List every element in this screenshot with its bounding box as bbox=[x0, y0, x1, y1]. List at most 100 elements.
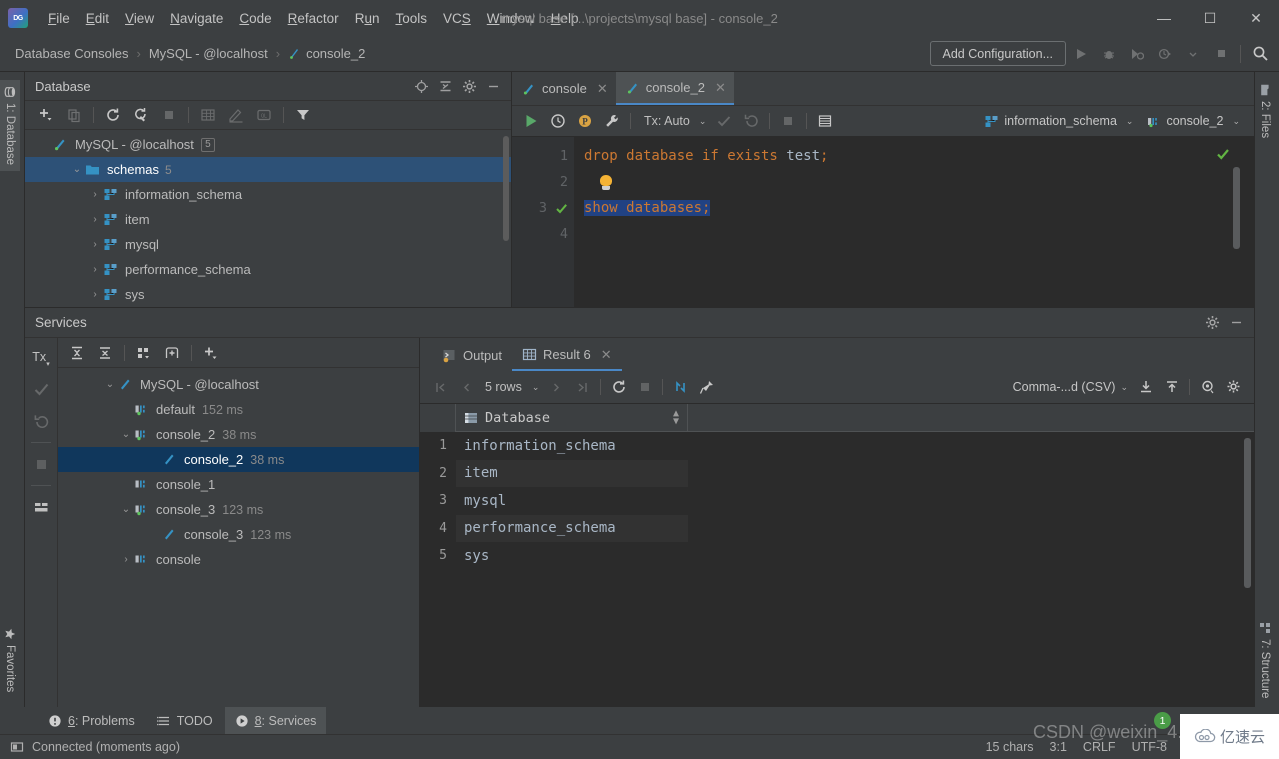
tree-row[interactable]: › sys bbox=[25, 282, 511, 305]
chevron-right-icon[interactable]: › bbox=[118, 554, 134, 565]
close-icon[interactable]: ✕ bbox=[601, 347, 612, 363]
editor-content[interactable]: drop database if exists test; show datab… bbox=[574, 137, 1254, 307]
download-icon[interactable] bbox=[1133, 374, 1158, 400]
collapse-all-icon[interactable] bbox=[433, 74, 457, 98]
run-icon[interactable] bbox=[1068, 41, 1094, 67]
services-tree-row[interactable]: console_1 bbox=[58, 472, 419, 497]
last-page-icon[interactable] bbox=[570, 374, 595, 400]
add-configuration-button[interactable]: Add Configuration... bbox=[929, 41, 1066, 66]
refresh-icon[interactable] bbox=[100, 103, 126, 127]
rollback-icon[interactable] bbox=[27, 406, 55, 436]
services-tree-row[interactable]: › console bbox=[58, 547, 419, 572]
chevron-down-icon[interactable] bbox=[1180, 41, 1206, 67]
transpose-icon[interactable] bbox=[668, 374, 693, 400]
tree-row[interactable]: › information_schema bbox=[25, 182, 511, 207]
breadcrumb-item-2[interactable]: console_2 bbox=[285, 44, 368, 63]
transaction-mode-label[interactable]: Tx: Auto bbox=[636, 114, 694, 128]
services-tree-row[interactable]: ⌄ console_3 123 ms bbox=[58, 497, 419, 522]
chevron-right-icon[interactable]: › bbox=[87, 264, 103, 275]
upload-icon[interactable] bbox=[1159, 374, 1184, 400]
hide-panel-icon[interactable] bbox=[481, 74, 505, 98]
result-grid-scrollbar[interactable] bbox=[1244, 438, 1251, 588]
close-button[interactable]: ✕ bbox=[1233, 0, 1279, 36]
tool-tab-services[interactable]: 8: Services bbox=[224, 707, 327, 734]
commit-icon[interactable] bbox=[711, 108, 737, 134]
editor-scrollbar[interactable] bbox=[1233, 167, 1240, 249]
pin-icon[interactable] bbox=[694, 374, 719, 400]
menu-refactor[interactable]: Refactor bbox=[280, 7, 347, 30]
parameters-icon[interactable]: P bbox=[572, 108, 598, 134]
sidebar-tab-structure[interactable]: 7: Structure bbox=[1255, 616, 1275, 704]
close-icon[interactable]: ✕ bbox=[715, 80, 726, 96]
collapse-all-icon[interactable] bbox=[92, 341, 118, 365]
intention-bulb-icon[interactable] bbox=[600, 174, 613, 190]
rows-count-label[interactable]: 5 rows bbox=[480, 380, 527, 394]
settings-icon[interactable] bbox=[1221, 374, 1246, 400]
run-coverage-icon[interactable] bbox=[1124, 41, 1150, 67]
sort-icon[interactable]: ▲ ▼ bbox=[673, 408, 679, 426]
add-tab-icon[interactable] bbox=[159, 341, 185, 365]
services-tree-row[interactable]: console_3 123 ms bbox=[58, 522, 419, 547]
table-row[interactable]: 5 sys bbox=[420, 542, 1254, 570]
chevron-down-icon[interactable]: ⌄ bbox=[118, 504, 134, 515]
chevron-down-icon[interactable]: ⌄ bbox=[102, 379, 118, 390]
debug-icon[interactable] bbox=[1096, 41, 1122, 67]
table-cell[interactable]: item bbox=[456, 459, 688, 487]
sync-icon[interactable] bbox=[128, 103, 154, 127]
breadcrumb-item-0[interactable]: Database Consoles bbox=[12, 44, 131, 63]
table-row[interactable]: 1 information_schema bbox=[420, 432, 1254, 460]
stop-icon[interactable] bbox=[156, 103, 182, 127]
table-row[interactable]: 2 item bbox=[420, 459, 1254, 487]
search-icon[interactable] bbox=[1247, 41, 1273, 67]
chevron-down-icon[interactable]: ⌄ bbox=[695, 116, 711, 127]
copy-icon[interactable] bbox=[61, 103, 87, 127]
chevron-right-icon[interactable]: › bbox=[87, 289, 103, 300]
result-grid[interactable]: Database ▲ ▼ 1 information_schema 2 item … bbox=[420, 403, 1254, 707]
expand-all-icon[interactable] bbox=[64, 341, 90, 365]
tree-row[interactable]: › performance_schema bbox=[25, 257, 511, 282]
table-cell[interactable]: performance_schema bbox=[456, 514, 688, 542]
tx-icon[interactable]: Tx ▾ bbox=[27, 342, 55, 372]
hide-panel-icon[interactable] bbox=[1224, 311, 1248, 335]
notification-badge[interactable]: 1 bbox=[1154, 712, 1171, 729]
column-header-database[interactable]: Database ▲ ▼ bbox=[456, 403, 688, 432]
session-selector[interactable]: console_2 ⌄ bbox=[1142, 114, 1248, 129]
sidebar-tab-files[interactable]: 2: Files bbox=[1255, 78, 1275, 144]
services-tree-row[interactable]: ⌄ console_2 38 ms bbox=[58, 422, 419, 447]
menu-window[interactable]: Window bbox=[479, 7, 543, 30]
profile-icon[interactable] bbox=[1152, 41, 1178, 67]
breadcrumb-item-1[interactable]: MySQL - @localhost bbox=[146, 44, 271, 63]
line-separator-label[interactable]: CRLF bbox=[1083, 740, 1116, 754]
execute-icon[interactable] bbox=[518, 108, 544, 134]
code-editor[interactable]: 1 2 3 4 drop database if exists test; sh… bbox=[512, 137, 1254, 307]
database-tree-scrollbar[interactable] bbox=[503, 136, 509, 241]
tool-tab-todo[interactable]: TODO bbox=[147, 707, 223, 734]
rollback-icon[interactable] bbox=[738, 108, 764, 134]
menu-vcs[interactable]: VCS bbox=[435, 7, 479, 30]
stop-icon[interactable] bbox=[27, 449, 55, 479]
menu-run[interactable]: Run bbox=[347, 7, 388, 30]
export-format-label[interactable]: Comma-...d (CSV) bbox=[1013, 380, 1116, 394]
reload-icon[interactable] bbox=[606, 374, 631, 400]
group-icon[interactable] bbox=[131, 341, 157, 365]
locate-icon[interactable] bbox=[409, 74, 433, 98]
commit-icon[interactable] bbox=[27, 374, 55, 404]
layout-icon[interactable] bbox=[27, 492, 55, 522]
chevron-down-icon[interactable]: ⌄ bbox=[118, 429, 134, 440]
services-tree-row[interactable]: console_2 38 ms bbox=[58, 447, 419, 472]
tool-tab-problems[interactable]: 6: Problems bbox=[38, 707, 145, 734]
menu-file[interactable]: File bbox=[40, 7, 78, 30]
table-row[interactable]: 3 mysql bbox=[420, 487, 1254, 515]
schema-selector[interactable]: information_schema ⌄ bbox=[980, 114, 1141, 129]
edit-icon[interactable] bbox=[223, 103, 249, 127]
gear-icon[interactable] bbox=[457, 74, 481, 98]
next-page-icon[interactable] bbox=[544, 374, 569, 400]
table-icon[interactable] bbox=[195, 103, 221, 127]
prev-page-icon[interactable] bbox=[454, 374, 479, 400]
menu-tools[interactable]: Tools bbox=[387, 7, 435, 30]
encoding-label[interactable]: UTF-8 bbox=[1132, 740, 1167, 754]
stop-icon[interactable] bbox=[1208, 41, 1234, 67]
menu-view[interactable]: View bbox=[117, 7, 162, 30]
sidebar-tab-favorites[interactable]: Favorites bbox=[0, 622, 20, 698]
add-icon[interactable] bbox=[33, 103, 59, 127]
